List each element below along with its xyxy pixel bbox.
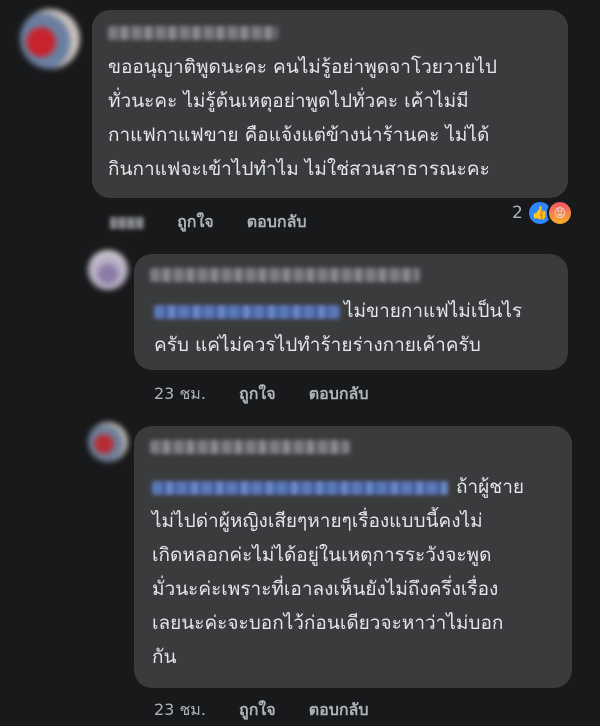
author-name-blurred[interactable] [108,26,278,40]
comment-actions: 23 ชม. ถูกใจ ตอบกลับ [154,382,397,407]
reaction-count: 2 [512,203,523,223]
like-button[interactable]: ถูกใจ [177,212,214,231]
angry-icon: 😡 [546,200,573,226]
avatar[interactable] [88,250,128,290]
avatar[interactable] [20,9,80,69]
comment-line: ครับ แค่ไม่ควรไปทำร้ายร่างกายเค้าครับ [154,334,481,356]
comment-line: ถ้าผู้ชาย [152,470,524,504]
comment-line: ไม่ไปด่าผู้หญิงเสียๆหายๆเรื่องแบบนี้คงไม… [152,510,483,532]
comment-line: กัน [152,646,177,668]
timestamp[interactable]: 23 ชม. [154,700,206,719]
reply-button[interactable]: ตอบกลับ [247,212,307,231]
comment-actions: ถูกใจ ตอบกลับ [110,210,335,235]
comment-bubble: ขออนุญาติพูดนะคะ คนไม่รู้อย่าพูดจาโวยวาย… [92,10,568,198]
comment-line-text: ไม่ขายกาแฟไม่เป็นไร [344,300,523,322]
comment-line: มั่วนะค่ะเพราะที่เอาลงเห็นยังไม่ถึงครึ่ง… [152,578,499,600]
author-name-blurred[interactable] [150,268,420,282]
comment-line: ทั่วนะคะ ไม่รู้ต้นเหตุอย่าพูดไปทั่วคะ เค… [108,90,469,112]
comment-line: กินกาแฟจะเข้าไปทำไม ไม่ใช่สวนสาธารณะคะ [108,158,490,180]
timestamp-blurred[interactable] [110,216,144,229]
comment-line: เกิดหลอกค่ะไม่ได้อยู่ในเหตุการระวังจะพูด [152,544,492,566]
comment-bubble: ไม่ขายกาแฟไม่เป็นไร ครับ แค่ไม่ควรไปทำร้… [134,254,568,370]
comment-text: ไม่ขายกาแฟไม่เป็นไร ครับ แค่ไม่ควรไปทำร้… [154,294,522,362]
reply-button[interactable]: ตอบกลับ [309,700,369,719]
comment-line: กาแฟกาแฟขาย คือแจ้งแต่ข้างน่าร้านคะ ไม่ไ… [108,124,490,146]
author-name-blurred[interactable] [150,440,350,454]
like-button[interactable]: ถูกใจ [239,384,276,403]
comment-line: ขออนุญาติพูดนะคะ คนไม่รู้อย่าพูดจาโวยวาย… [108,56,497,78]
mention-tag-blurred[interactable] [154,304,340,319]
like-button[interactable]: ถูกใจ [239,700,276,719]
comment-actions: 23 ชม. ถูกใจ ตอบกลับ [154,698,397,723]
comment-line: ไม่ขายกาแฟไม่เป็นไร [154,294,522,328]
mention-tag-blurred[interactable] [152,480,448,495]
timestamp[interactable]: 23 ชม. [154,384,206,403]
comment-text: ขออนุญาติพูดนะคะ คนไม่รู้อย่าพูดจาโวยวาย… [108,50,497,186]
comment-line-text: ถ้าผู้ชาย [456,476,525,498]
avatar[interactable] [88,422,128,462]
reaction-summary[interactable]: 2 👍 😡 [512,200,573,226]
comment-line: เลยนะค่ะจะบอกไว้ก่อนเดียวจะหาว่าไม่บอก [152,612,504,634]
reply-button[interactable]: ตอบกลับ [309,384,369,403]
comment-text: ถ้าผู้ชาย ไม่ไปด่าผู้หญิงเสียๆหายๆเรื่อง… [152,470,524,674]
comment-bubble: ถ้าผู้ชาย ไม่ไปด่าผู้หญิงเสียๆหายๆเรื่อง… [134,426,572,688]
